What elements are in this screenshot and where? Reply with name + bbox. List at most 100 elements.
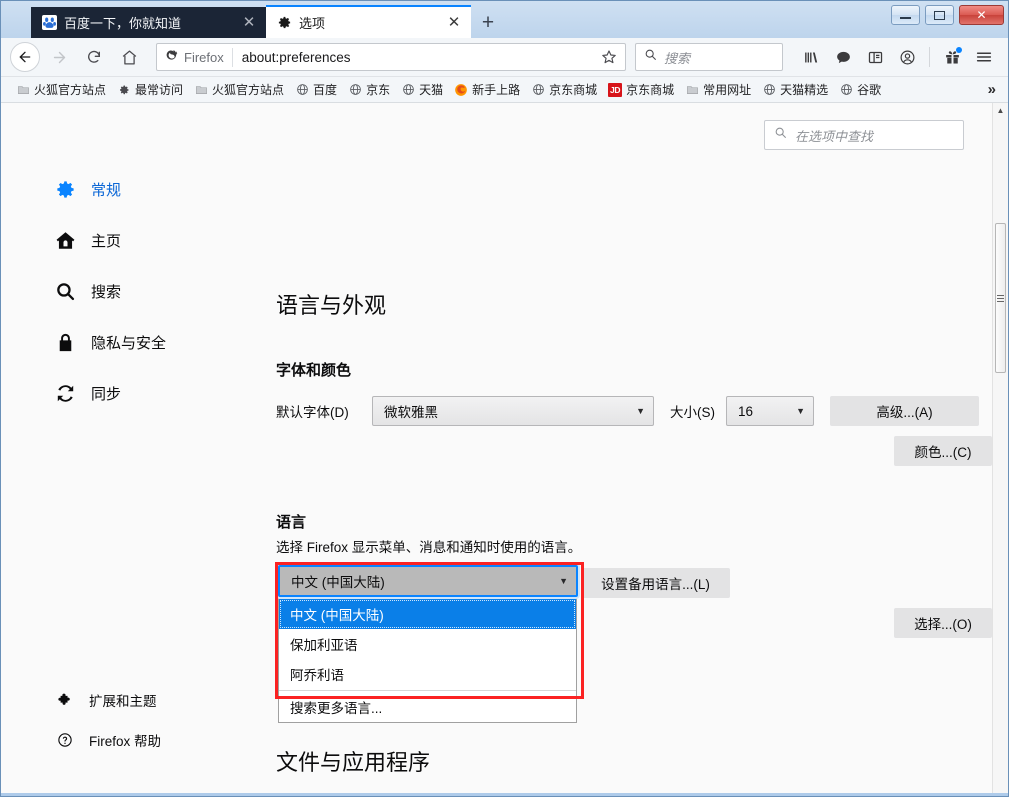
sidebar-item-general[interactable]: 常规 bbox=[1, 176, 255, 203]
identity-box: Firefox bbox=[165, 48, 233, 67]
bookmark-item[interactable]: 天猫 bbox=[396, 79, 448, 100]
sidebar-item-label: 隐私与安全 bbox=[91, 332, 166, 353]
language-search-more-option[interactable]: 搜索更多语言... bbox=[279, 692, 576, 722]
subsection-language: 语言 bbox=[276, 511, 992, 532]
bookmark-label: 京东 bbox=[366, 81, 390, 98]
bookmark-label: 京东商城 bbox=[549, 81, 597, 98]
home-icon[interactable] bbox=[113, 42, 145, 72]
section-title-language-appearance: 语言与外观 bbox=[276, 288, 992, 320]
globe-icon bbox=[762, 83, 776, 97]
bookmark-item[interactable]: 火狐官方站点 bbox=[189, 79, 289, 100]
sidebar-item-label: 扩展和主题 bbox=[89, 690, 157, 710]
bookmark-item[interactable]: 最常访问 bbox=[112, 79, 188, 100]
sidebar-item-firefox-help[interactable]: Firefox 帮助 bbox=[1, 729, 255, 751]
tab-title: 百度一下，你就知道 bbox=[64, 13, 233, 32]
sidebar-conversation-icon[interactable] bbox=[828, 42, 858, 72]
colors-button[interactable]: 颜色...(C) bbox=[894, 436, 992, 466]
bookmark-item[interactable]: 火狐官方站点 bbox=[11, 79, 111, 100]
globe-icon bbox=[348, 83, 362, 97]
language-description: 选择 Firefox 显示菜单、消息和通知时使用的语言。 bbox=[276, 536, 992, 556]
bookmark-label: 谷歌 bbox=[857, 81, 881, 98]
globe-icon bbox=[531, 83, 545, 97]
forward-arrow-icon[interactable] bbox=[43, 42, 75, 72]
chevron-down-icon: ▼ bbox=[559, 576, 568, 586]
library-icon[interactable] bbox=[796, 42, 826, 72]
set-alternative-languages-button[interactable]: 设置备用语言...(L) bbox=[581, 568, 730, 598]
bookmark-item[interactable]: 京东商城 bbox=[526, 79, 602, 100]
language-option-bulgarian[interactable]: 保加利亚语 bbox=[279, 629, 576, 659]
globe-icon bbox=[839, 83, 853, 97]
address-bar[interactable]: Firefox about:preferences bbox=[156, 43, 626, 71]
sidebar-item-sync[interactable]: 同步 bbox=[1, 380, 255, 407]
lock-icon bbox=[54, 332, 76, 353]
default-font-row: 默认字体(D) 微软雅黑 ▼ 大小(S) 16 ▼ 高级...(A) bbox=[276, 396, 992, 426]
browser-window: 百度一下，你就知道 ✕ 选项 ✕ + ✕ bbox=[0, 0, 1009, 797]
bookmark-item[interactable]: 京东 bbox=[343, 79, 395, 100]
hamburger-menu-icon[interactable] bbox=[969, 42, 999, 72]
popup-separator bbox=[279, 690, 576, 691]
sidebar-item-label: 同步 bbox=[91, 383, 121, 404]
language-option-acholi[interactable]: 阿乔利语 bbox=[279, 659, 576, 689]
language-option-zh-cn[interactable]: 中文 (中国大陆) bbox=[279, 599, 576, 629]
url-text[interactable]: about:preferences bbox=[242, 50, 597, 65]
bookmarks-overflow-button[interactable]: » bbox=[982, 81, 1002, 98]
tab-close-icon[interactable]: ✕ bbox=[240, 14, 258, 32]
reload-icon[interactable] bbox=[78, 42, 110, 72]
bookmark-item[interactable]: JD 京东商城 bbox=[603, 79, 679, 100]
scrollbar-thumb[interactable] bbox=[995, 223, 1006, 373]
sidebar-item-label: Firefox 帮助 bbox=[89, 730, 161, 750]
new-tab-button[interactable]: + bbox=[473, 8, 503, 38]
preferences-sidebar: 常规 主页 搜索 bbox=[1, 103, 255, 793]
bookmark-label: 京东商城 bbox=[626, 81, 674, 98]
navigation-toolbar: Firefox about:preferences 搜索 bbox=[1, 38, 1008, 77]
folder-icon bbox=[685, 83, 699, 97]
tab-options[interactable]: 选项 ✕ bbox=[266, 5, 471, 38]
colors-row: 颜色...(C) bbox=[276, 436, 992, 466]
help-circle-icon bbox=[56, 732, 74, 748]
window-controls: ✕ bbox=[891, 5, 1004, 25]
bookmarks-bar: 火狐官方站点 最常访问 火狐官方站点 bbox=[1, 77, 1008, 103]
search-icon bbox=[644, 48, 657, 66]
search-bar[interactable]: 搜索 bbox=[635, 43, 783, 71]
account-icon[interactable] bbox=[892, 42, 922, 72]
advanced-button[interactable]: 高级...(A) bbox=[830, 396, 979, 426]
choose-button[interactable]: 选择...(O) bbox=[894, 608, 992, 638]
bookmark-item[interactable]: 谷歌 bbox=[834, 79, 886, 100]
gear-icon bbox=[117, 83, 131, 97]
star-icon[interactable] bbox=[597, 45, 621, 69]
sidebar-item-privacy-security[interactable]: 隐私与安全 bbox=[1, 329, 255, 356]
extensions-gift-icon[interactable] bbox=[937, 42, 967, 72]
language-combobox[interactable]: 中文 (中国大陆) ▼ bbox=[278, 565, 578, 597]
scroll-up-arrow-icon[interactable]: ▲ bbox=[993, 103, 1008, 117]
language-dropdown-popup: 中文 (中国大陆) 保加利亚语 阿乔利语 搜索更多语言... bbox=[278, 598, 577, 723]
default-font-select[interactable]: 微软雅黑 ▼ bbox=[372, 396, 654, 426]
tab-baidu[interactable]: 百度一下，你就知道 ✕ bbox=[31, 7, 266, 38]
section-title-files-applications: 文件与应用程序 bbox=[276, 745, 992, 777]
bookmark-item[interactable]: 天猫精选 bbox=[757, 79, 833, 100]
font-size-select[interactable]: 16 ▼ bbox=[726, 396, 814, 426]
tab-close-icon[interactable]: ✕ bbox=[445, 14, 463, 32]
firefox-icon bbox=[454, 83, 468, 97]
maximize-button[interactable] bbox=[925, 5, 954, 25]
sidebar-item-label: 搜索 bbox=[91, 281, 121, 302]
minimize-button[interactable] bbox=[891, 5, 920, 25]
sidebar-bottom-group: 扩展和主题 Firefox 帮助 bbox=[1, 689, 255, 769]
sidebar-item-search[interactable]: 搜索 bbox=[1, 278, 255, 305]
sidebar-item-home[interactable]: 主页 bbox=[1, 227, 255, 254]
close-window-button[interactable]: ✕ bbox=[959, 5, 1004, 25]
bookmark-item[interactable]: 常用网址 bbox=[680, 79, 756, 100]
sidebar-toggle-icon[interactable] bbox=[860, 42, 890, 72]
bookmark-label: 常用网址 bbox=[703, 81, 751, 98]
globe-icon bbox=[295, 83, 309, 97]
default-font-value: 微软雅黑 bbox=[384, 401, 628, 421]
sidebar-item-extensions-themes[interactable]: 扩展和主题 bbox=[1, 689, 255, 711]
preferences-content: 在选项中查找 常规 bbox=[1, 103, 1008, 796]
search-icon bbox=[54, 281, 76, 302]
folder-icon bbox=[194, 83, 208, 97]
content-scrollbar[interactable]: ▲ bbox=[992, 103, 1008, 793]
bookmark-item[interactable]: 百度 bbox=[290, 79, 342, 100]
bookmark-item[interactable]: 新手上路 bbox=[449, 79, 525, 100]
sidebar-item-label: 常规 bbox=[91, 179, 121, 200]
back-arrow-icon[interactable] bbox=[10, 42, 40, 72]
bookmark-label: 天猫 bbox=[419, 81, 443, 98]
